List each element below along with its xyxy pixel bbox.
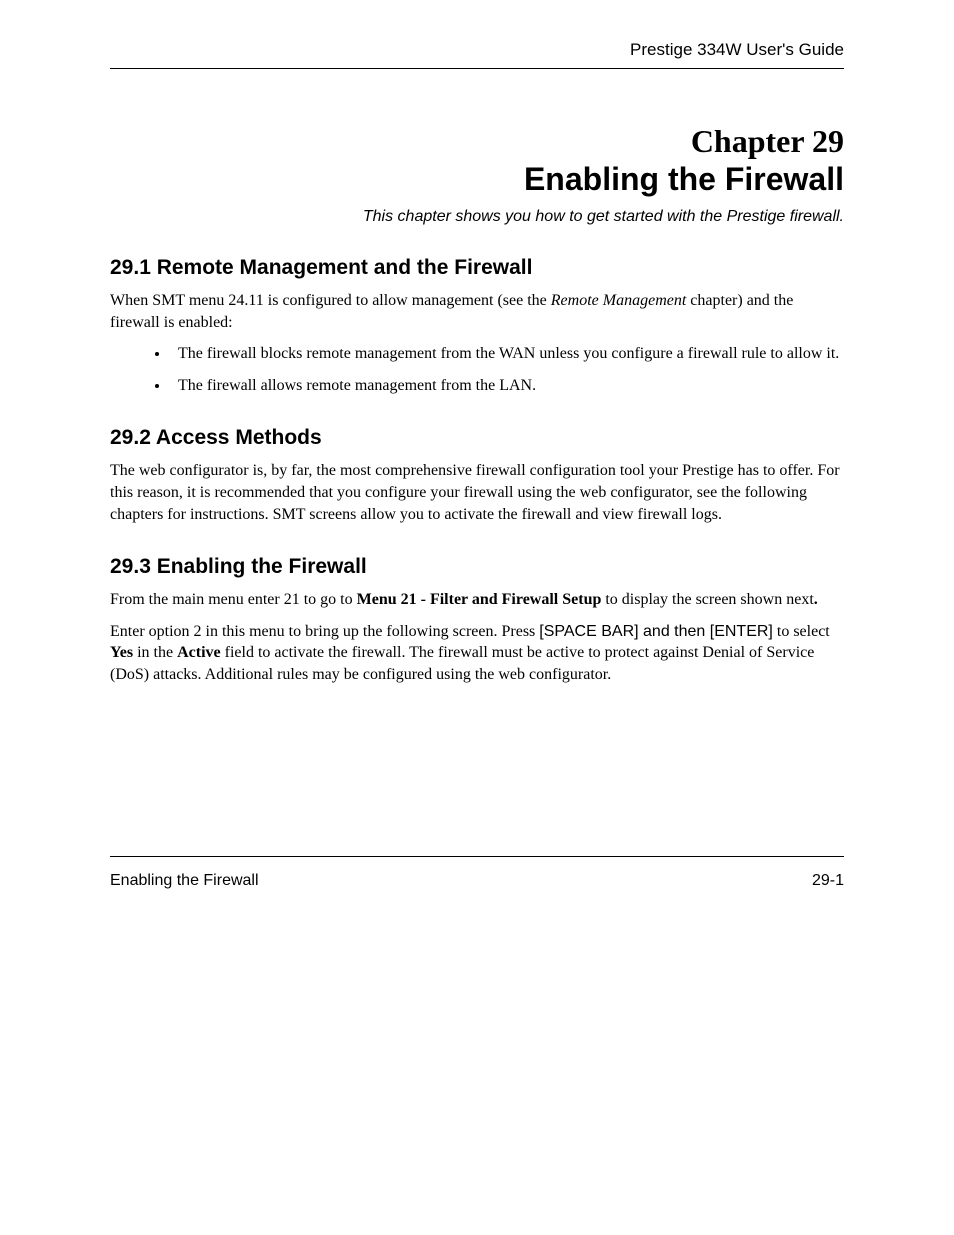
section-29-3-heading: 29.3 Enabling the Firewall	[110, 555, 844, 579]
footer-right: 29-1	[812, 872, 844, 890]
running-header: Prestige 334W User's Guide	[110, 40, 844, 60]
text: and then	[639, 623, 710, 640]
text: Enter option 2 in this menu to bring up …	[110, 623, 539, 640]
section-29-2-para: The web configurator is, by far, the mos…	[110, 460, 844, 525]
section-29-1-bullets: The firewall blocks remote management fr…	[110, 343, 844, 396]
section-29-1-heading: 29.1 Remote Management and the Firewall	[110, 256, 844, 280]
text: When SMT menu 24.11 is configured to all…	[110, 292, 551, 309]
list-item: The firewall blocks remote management fr…	[170, 343, 844, 365]
text: From the main menu enter 21 to go to	[110, 591, 357, 608]
chapter-label: Chapter 29	[110, 124, 844, 159]
list-item: The firewall allows remote management fr…	[170, 375, 844, 397]
footer-left: Enabling the Firewall	[110, 872, 259, 890]
page-footer: Enabling the Firewall 29-1	[110, 872, 844, 890]
header-rule	[110, 68, 844, 69]
bold-yes: Yes	[110, 644, 133, 661]
section-29-3-para-2: Enter option 2 in this menu to bring up …	[110, 621, 844, 686]
bold-period: .	[814, 591, 818, 608]
keycap-space-bar: [SPACE BAR]	[539, 623, 638, 640]
section-29-2-heading: 29.2 Access Methods	[110, 426, 844, 450]
page: Prestige 334W User's Guide Chapter 29 En…	[0, 0, 954, 1235]
text: to select	[773, 623, 830, 640]
bold-menu-21: Menu 21 - Filter and Firewall Setup	[357, 591, 602, 608]
section-29-1-intro: When SMT menu 24.11 is configured to all…	[110, 290, 844, 333]
footer-rule	[110, 856, 844, 857]
emphasis-remote-management: Remote Management	[551, 292, 687, 309]
keycap-enter: [ENTER]	[710, 623, 773, 640]
section-29-3-para-1: From the main menu enter 21 to go to Men…	[110, 589, 844, 611]
text: in the	[133, 644, 177, 661]
chapter-title: Enabling the Firewall	[110, 161, 844, 198]
chapter-subtitle: This chapter shows you how to get starte…	[110, 208, 844, 226]
text: to display the screen shown next	[601, 591, 813, 608]
bold-active: Active	[177, 644, 221, 661]
